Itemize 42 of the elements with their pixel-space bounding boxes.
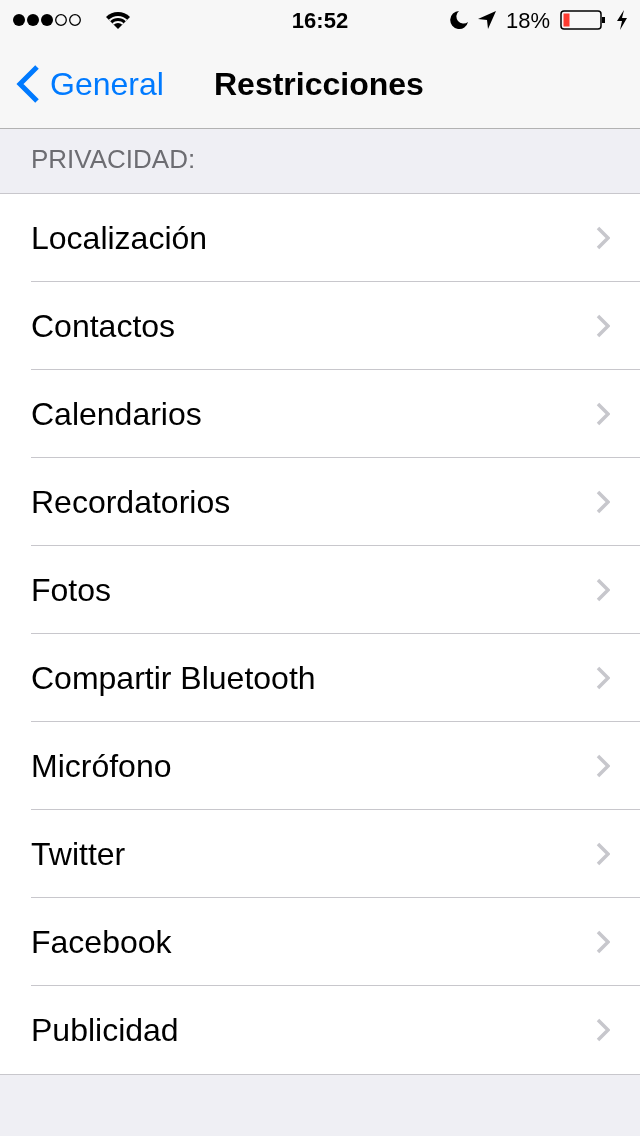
list-row[interactable]: Facebook [31,898,640,986]
chevron-icon [596,929,610,954]
chevron-icon [596,665,610,690]
location-arrow-icon [477,11,496,29]
row-label: Fotos [31,570,112,610]
chevron-icon [596,401,610,426]
list-row[interactable]: Recordatorios [31,458,640,546]
charging-bolt-icon [616,10,628,30]
chevron-icon [596,753,610,778]
row-label: Micrófono [31,746,172,786]
list-row[interactable]: Contactos [31,282,640,370]
chevron-icon [596,489,610,514]
chevron-icon [596,577,610,602]
status-time: 16:52 [291,6,349,35]
signal-icon [12,13,82,27]
battery-icon [560,10,606,30]
wifi-icon [106,11,130,29]
section-header: PRIVACIDAD: [31,143,196,176]
row-label: Publicidad [31,1011,179,1050]
chevron-icon [596,313,610,338]
list-row[interactable]: Localización [31,194,640,282]
list-row[interactable]: Calendarios [31,370,640,458]
row-label: Contactos [31,306,176,346]
row-label: Facebook [31,922,172,962]
row-label: Twitter [31,834,126,874]
row-label: Recordatorios [31,482,231,522]
chevron-icon [596,225,610,250]
row-label: Compartir Bluetooth [31,658,316,698]
row-label: Calendarios [31,394,202,434]
back-button[interactable]: General [0,60,164,108]
list-row[interactable]: Fotos [31,546,640,634]
nav-title: Restricciones [214,65,424,104]
battery-percent: 18% [505,6,550,35]
list-row[interactable]: Publicidad [31,986,640,1074]
back-chevron-icon [16,64,40,104]
list-row[interactable]: Compartir Bluetooth [31,634,640,722]
chevron-icon [596,841,610,866]
list-row[interactable]: Micrófono [31,722,640,810]
list-row[interactable]: Twitter [31,810,640,898]
moon-icon [449,11,468,29]
row-label: Localización [31,218,208,258]
chevron-icon [596,1018,610,1042]
